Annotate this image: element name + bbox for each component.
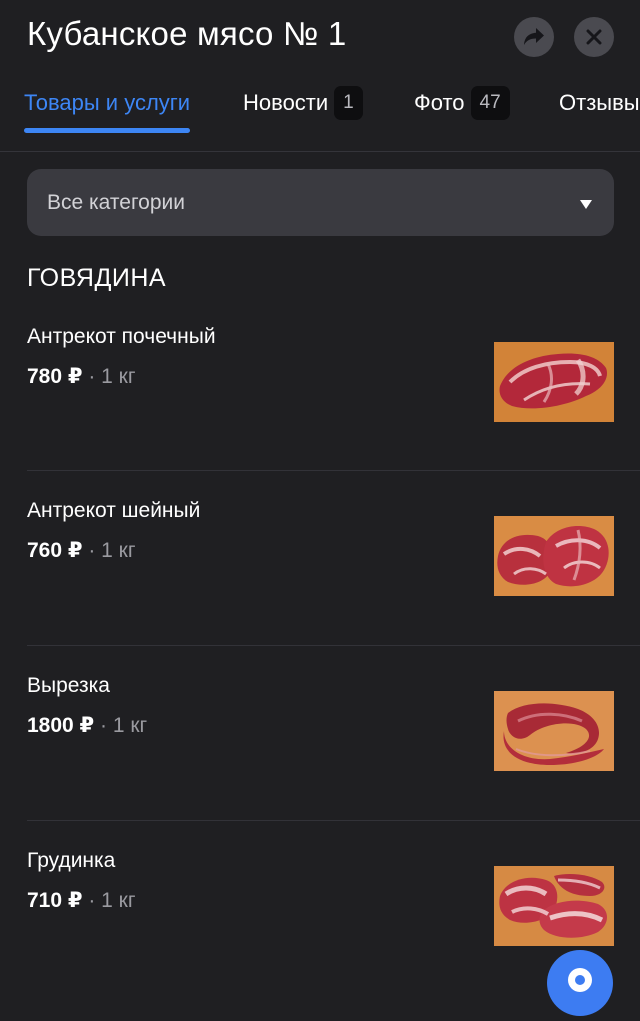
header: Кубанское мясо № 1 Товары и услуги Новос… xyxy=(0,0,640,152)
product-name: Грудинка xyxy=(27,849,116,872)
section-title: ГОВЯДИНА xyxy=(27,264,167,292)
product-unit: · 1 кг xyxy=(82,889,136,912)
tab-count-badge: 1 xyxy=(334,86,363,120)
tab-label: Товары и услуги xyxy=(24,90,191,115)
beef-rib-steak-photo[interactable] xyxy=(494,342,614,422)
close-x-icon xyxy=(586,29,602,45)
tab-news[interactable]: Новости 1 xyxy=(243,85,363,133)
divider xyxy=(27,645,640,646)
product-price-line: 710 ₽ · 1 кг xyxy=(27,886,136,916)
close-button[interactable] xyxy=(574,17,614,57)
divider xyxy=(27,820,640,821)
tab-reviews[interactable]: Отзывы xyxy=(559,85,640,133)
location-pin-icon xyxy=(566,950,594,999)
tab-bar: Товары и услуги Новости 1 Фото 47 Отзывы xyxy=(0,85,640,133)
tab-label: Новости xyxy=(243,90,329,115)
category-dropdown-label: Все категории xyxy=(47,191,185,214)
beef-tenderloin-photo[interactable] xyxy=(494,691,614,771)
product-price: 710 ₽ xyxy=(27,889,83,912)
product-name: Антрекот шейный xyxy=(27,499,201,522)
beef-brisket-photo[interactable] xyxy=(494,866,614,946)
product-name: Вырезка xyxy=(27,674,110,697)
share-button[interactable] xyxy=(514,17,554,57)
product-price-line: 760 ₽ · 1 кг xyxy=(27,536,136,566)
page-title: Кубанское мясо № 1 xyxy=(27,15,347,52)
product-item[interactable]: Грудинка 710 ₽ · 1 кг xyxy=(0,846,640,1021)
share-arrow-icon xyxy=(523,27,545,47)
product-price-line: 1800 ₽ · 1 кг xyxy=(27,711,147,741)
product-price: 1800 ₽ xyxy=(27,714,95,737)
tab-photos[interactable]: Фото 47 xyxy=(414,85,510,133)
active-tab-indicator xyxy=(24,128,191,133)
tab-label: Фото xyxy=(414,90,465,115)
dropdown-triangle-icon xyxy=(580,197,592,215)
product-unit: · 1 кг xyxy=(94,714,148,737)
tab-count-badge: 47 xyxy=(470,86,510,120)
product-price: 780 ₽ xyxy=(27,365,83,388)
product-name: Антрекот почечный xyxy=(27,325,216,348)
product-unit: · 1 кг xyxy=(82,365,136,388)
tab-label: Отзывы xyxy=(559,90,640,115)
divider xyxy=(27,470,640,471)
category-dropdown[interactable]: Все категории xyxy=(27,169,614,236)
product-unit: · 1 кг xyxy=(82,539,136,562)
beef-neck-steak-photo[interactable] xyxy=(494,516,614,596)
product-price-line: 780 ₽ · 1 кг xyxy=(27,362,136,392)
tab-goods-services[interactable]: Товары и услуги xyxy=(24,85,191,133)
product-price: 760 ₽ xyxy=(27,539,83,562)
location-fab-button[interactable] xyxy=(547,950,613,1016)
